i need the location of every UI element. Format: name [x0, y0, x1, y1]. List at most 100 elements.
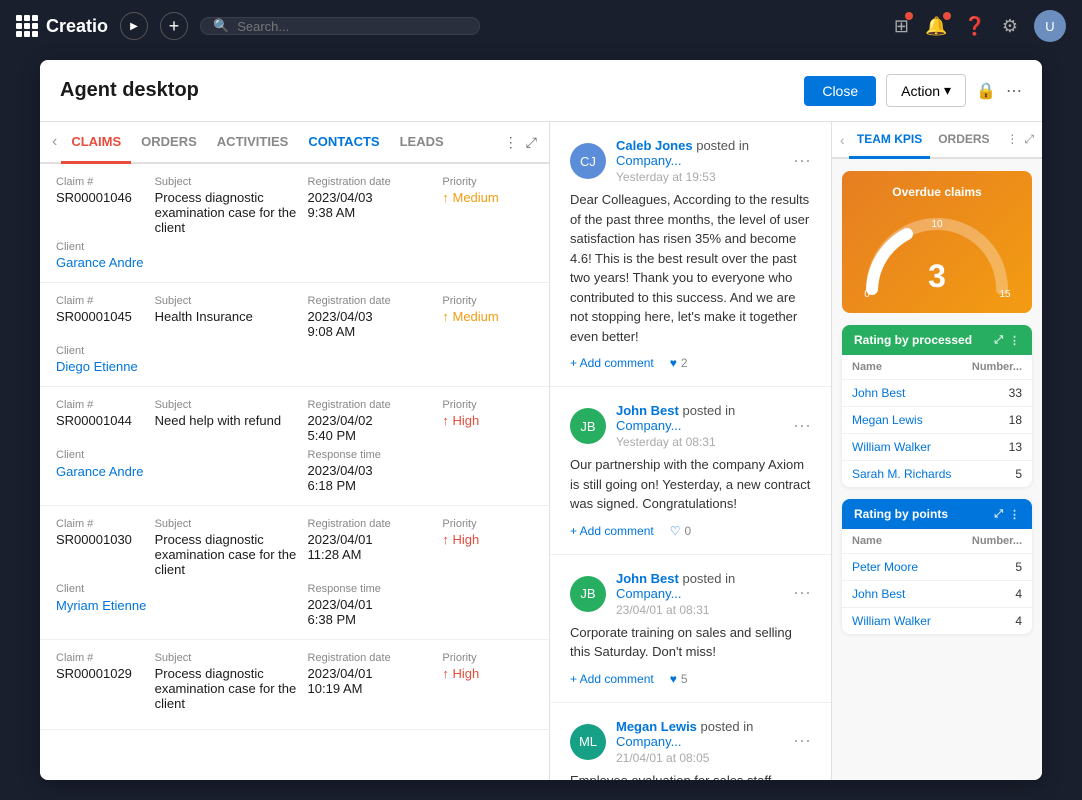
add-comment-button[interactable]: + Add comment — [570, 356, 654, 370]
claim-item: Claim # SR00001044 Subject Need help wit… — [40, 387, 549, 506]
search-input[interactable] — [237, 19, 467, 34]
feed-avatar: JB — [570, 576, 606, 612]
client-row: Client Diego Etienne — [56, 345, 533, 374]
feed-company[interactable]: Company... — [616, 586, 682, 601]
feed-author[interactable]: John Best — [616, 571, 679, 586]
rating-points-expand-icon[interactable]: ⤢ — [994, 508, 1003, 521]
subject-label: Subject — [155, 399, 300, 411]
tab-orders-right[interactable]: ORDERS — [930, 122, 997, 159]
gear-icon[interactable]: ⚙ — [1002, 16, 1018, 37]
tab-expand-icon[interactable]: ⤢ — [526, 134, 537, 151]
rating-header-icons: ⤢ ⋮ — [994, 334, 1020, 347]
logo[interactable]: Creatio — [16, 15, 108, 37]
feed-author[interactable]: Caleb Jones — [616, 138, 693, 153]
apps-icon[interactable]: ⊞ — [894, 16, 909, 37]
tab-orders[interactable]: ORDERS — [131, 122, 207, 164]
row-name[interactable]: Sarah M. Richards — [842, 461, 962, 488]
main-area: Agent desktop Close Action ▾ 🔒 ⋯ ‹ CLAIM… — [40, 60, 1042, 780]
tab-team-kpis[interactable]: TEAM KPIS — [849, 122, 930, 159]
feed-text: Employee evaluation for sales staff begi… — [570, 771, 811, 781]
tab-back-arrow[interactable]: ‹ — [840, 132, 849, 148]
claim-num-value: SR00001044 — [56, 413, 147, 428]
claims-list: Claim # SR00001046 Subject Process diagn… — [40, 164, 549, 780]
table-row: Peter Moore 5 — [842, 554, 1032, 581]
search-bar[interactable]: 🔍 — [200, 17, 480, 35]
tab-leads[interactable]: LEADS — [390, 122, 454, 164]
claim-subject-col: Subject Need help with refund — [155, 399, 300, 443]
row-name[interactable]: John Best — [842, 581, 953, 608]
subject-value: Process diagnostic examination case for … — [155, 190, 300, 235]
rating-points-header: Rating by points ⤢ ⋮ — [842, 499, 1032, 529]
close-button[interactable]: Close — [804, 76, 876, 106]
tab-contacts[interactable]: CONTACTS — [298, 122, 389, 164]
claim-item: Claim # SR00001030 Subject Process diagn… — [40, 506, 549, 640]
right-tab-expand-icon[interactable]: ⤢ — [1024, 132, 1034, 147]
rating-processed-title: Rating by processed — [854, 333, 972, 347]
subject-value: Need help with refund — [155, 413, 300, 428]
client-link[interactable]: Garance Andre — [56, 464, 143, 479]
feed-item: CJ Caleb Jones posted in Company... Yest… — [550, 122, 831, 387]
date-value: 2023/04/025:40 PM — [308, 413, 435, 443]
like-button[interactable]: ♥ 5 — [670, 672, 688, 686]
bell-icon[interactable]: 🔔 — [925, 16, 947, 37]
play-button[interactable]: ▶ — [120, 12, 148, 40]
avatar-initials: U — [1045, 19, 1054, 34]
rating-more-icon[interactable]: ⋮ — [1009, 334, 1020, 347]
avatar[interactable]: U — [1034, 10, 1066, 42]
feed-time: Yesterday at 19:53 — [616, 170, 783, 184]
feed-more-icon[interactable]: ⋯ — [793, 151, 811, 172]
rating-expand-icon[interactable]: ⤢ — [994, 334, 1003, 347]
feed-company[interactable]: Company... — [616, 418, 682, 433]
tabs-back-arrow[interactable]: ‹ — [52, 133, 57, 151]
client-link[interactable]: Garance Andre — [56, 255, 533, 270]
client-label: Client — [56, 583, 147, 595]
add-comment-button[interactable]: + Add comment — [570, 524, 654, 538]
svg-text:10: 10 — [931, 219, 943, 230]
client-col: Client Garance Andre — [56, 449, 147, 493]
feed-more-icon[interactable]: ⋯ — [793, 583, 811, 604]
more-icon[interactable]: ⋯ — [1006, 81, 1022, 101]
like-button[interactable]: ♥ 2 — [670, 356, 688, 370]
row-name[interactable]: Peter Moore — [842, 554, 953, 581]
claim-num-value: SR00001030 — [56, 532, 147, 547]
client-row: Client Garance Andre — [56, 241, 533, 270]
right-tab-more-icon[interactable]: ⋮ — [1006, 132, 1018, 147]
client-link[interactable]: Diego Etienne — [56, 359, 533, 374]
row-name[interactable]: William Walker — [842, 608, 953, 635]
feed-company[interactable]: Company... — [616, 734, 682, 749]
row-name[interactable]: John Best — [842, 380, 962, 407]
feed-more-icon[interactable]: ⋯ — [793, 416, 811, 437]
feed-more-icon[interactable]: ⋯ — [793, 731, 811, 752]
feed-text: Our partnership with the company Axiom i… — [570, 455, 811, 514]
tab-claims[interactable]: CLAIMS — [61, 122, 131, 164]
date-label: Registration date — [308, 518, 435, 530]
tab-more-icon[interactable]: ⋮ — [504, 134, 518, 151]
client-label: Client — [56, 345, 533, 357]
subject-label: Subject — [155, 176, 300, 188]
action-button[interactable]: Action ▾ — [886, 74, 966, 107]
row-name[interactable]: Megan Lewis — [842, 407, 962, 434]
response-value: 2023/04/016:38 PM — [308, 597, 435, 627]
svg-text:15: 15 — [999, 289, 1011, 299]
like-button[interactable]: ♡ 0 — [670, 524, 691, 538]
help-icon[interactable]: ❓ — [963, 16, 985, 37]
row-name[interactable]: William Walker — [842, 434, 962, 461]
client-link[interactable]: Myriam Etienne — [56, 598, 146, 613]
add-comment-button[interactable]: + Add comment — [570, 672, 654, 686]
claim-item: Claim # SR00001045 Subject Health Insura… — [40, 283, 549, 387]
add-button[interactable]: + — [160, 12, 188, 40]
claim-subject-col: Subject Process diagnostic examination c… — [155, 518, 300, 577]
feed-company[interactable]: Company... — [616, 153, 682, 168]
date-label: Registration date — [308, 652, 435, 664]
feed-author[interactable]: Megan Lewis — [616, 719, 697, 734]
feed-meta: John Best posted in Company... 23/04/01 … — [616, 571, 783, 617]
claim-item: Claim # SR00001046 Subject Process diagn… — [40, 164, 549, 283]
bell-badge — [943, 12, 951, 20]
rating-processed-section: Rating by processed ⤢ ⋮ Name Number... — [842, 325, 1032, 487]
response-value: 2023/04/036:18 PM — [308, 463, 435, 493]
date-label: Registration date — [308, 399, 435, 411]
rating-points-more-icon[interactable]: ⋮ — [1009, 508, 1020, 521]
lock-icon[interactable]: 🔒 — [976, 81, 996, 101]
tab-activities[interactable]: ACTIVITIES — [207, 122, 299, 164]
feed-author[interactable]: John Best — [616, 403, 679, 418]
